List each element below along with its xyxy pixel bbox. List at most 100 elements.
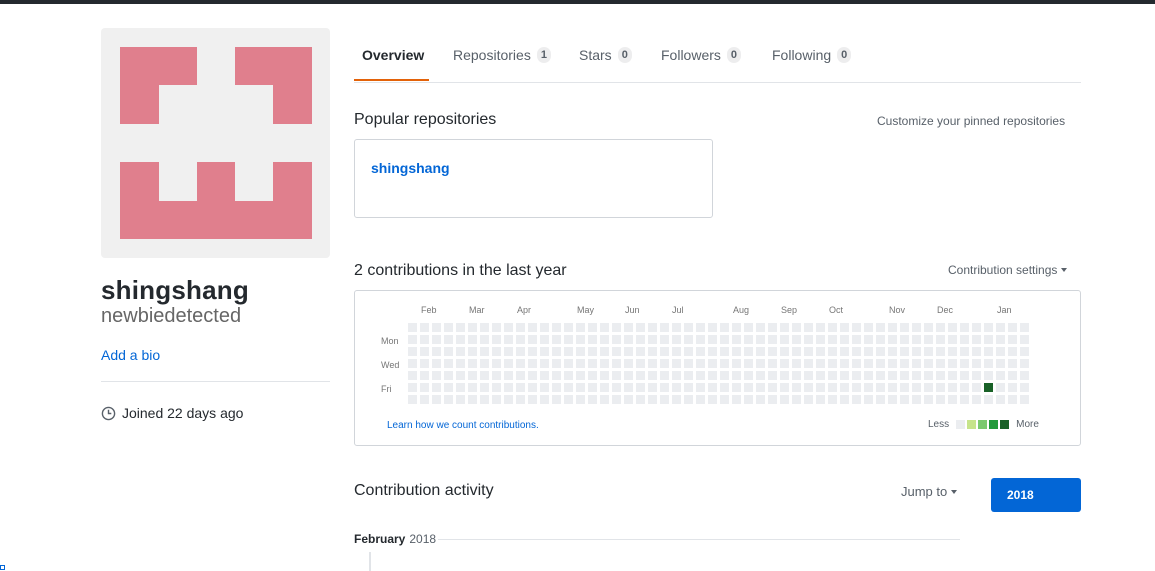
- contribution-day-cell[interactable]: [552, 323, 561, 332]
- contribution-day-cell[interactable]: [660, 395, 669, 404]
- contribution-day-cell[interactable]: [876, 371, 885, 380]
- contribution-day-cell[interactable]: [636, 395, 645, 404]
- contribution-day-cell[interactable]: [540, 395, 549, 404]
- contribution-day-cell[interactable]: [864, 335, 873, 344]
- contribution-day-cell[interactable]: [840, 323, 849, 332]
- contribution-day-cell[interactable]: [432, 347, 441, 356]
- contribution-day-cell[interactable]: [816, 371, 825, 380]
- contribution-day-cell[interactable]: [804, 371, 813, 380]
- contribution-day-cell[interactable]: [408, 395, 417, 404]
- contribution-day-cell[interactable]: [828, 335, 837, 344]
- contribution-day-cell[interactable]: [936, 347, 945, 356]
- contribution-day-cell[interactable]: [768, 347, 777, 356]
- contribution-day-cell[interactable]: [636, 323, 645, 332]
- contribution-day-cell[interactable]: [588, 383, 597, 392]
- contribution-day-cell[interactable]: [516, 323, 525, 332]
- contribution-day-cell[interactable]: [936, 371, 945, 380]
- contribution-day-cell[interactable]: [636, 347, 645, 356]
- contribution-day-cell[interactable]: [780, 335, 789, 344]
- contribution-day-cell[interactable]: [432, 383, 441, 392]
- contribution-day-cell[interactable]: [648, 395, 657, 404]
- contribution-day-cell[interactable]: [480, 371, 489, 380]
- contribution-day-cell[interactable]: [912, 383, 921, 392]
- add-bio-link[interactable]: Add a bio: [101, 347, 160, 363]
- contribution-day-cell[interactable]: [732, 323, 741, 332]
- contribution-day-cell[interactable]: [540, 347, 549, 356]
- contribution-day-cell[interactable]: [672, 323, 681, 332]
- contribution-day-cell[interactable]: [600, 383, 609, 392]
- contribution-day-cell[interactable]: [612, 335, 621, 344]
- contribution-day-cell[interactable]: [996, 371, 1005, 380]
- contribution-day-cell[interactable]: [480, 347, 489, 356]
- contribution-day-cell[interactable]: [720, 395, 729, 404]
- contribution-day-cell[interactable]: [816, 323, 825, 332]
- contribution-day-cell[interactable]: [720, 335, 729, 344]
- contribution-day-cell[interactable]: [840, 359, 849, 368]
- contribution-day-cell[interactable]: [876, 359, 885, 368]
- contribution-day-cell[interactable]: [588, 347, 597, 356]
- contribution-day-cell[interactable]: [408, 371, 417, 380]
- tab-overview[interactable]: Overview: [362, 47, 424, 63]
- year-2018-button[interactable]: 2018: [991, 478, 1081, 512]
- contribution-day-cell[interactable]: [672, 383, 681, 392]
- contribution-day-cell[interactable]: [924, 395, 933, 404]
- contribution-day-cell[interactable]: [804, 383, 813, 392]
- contribution-day-cell[interactable]: [732, 359, 741, 368]
- contribution-day-cell[interactable]: [720, 323, 729, 332]
- contribution-day-cell[interactable]: [600, 371, 609, 380]
- contribution-day-cell[interactable]: [768, 371, 777, 380]
- contribution-day-cell[interactable]: [768, 323, 777, 332]
- contribution-day-cell[interactable]: [420, 371, 429, 380]
- contribution-day-cell[interactable]: [564, 395, 573, 404]
- contribution-day-cell[interactable]: [996, 347, 1005, 356]
- contribution-day-cell[interactable]: [756, 335, 765, 344]
- contribution-day-cell[interactable]: [624, 347, 633, 356]
- contribution-day-cell[interactable]: [612, 323, 621, 332]
- contribution-day-cell[interactable]: [984, 395, 993, 404]
- contribution-day-cell[interactable]: [528, 323, 537, 332]
- contribution-day-cell[interactable]: [1008, 347, 1017, 356]
- tab-followers[interactable]: Followers 0: [661, 47, 742, 63]
- contribution-day-cell[interactable]: [600, 395, 609, 404]
- contribution-day-cell[interactable]: [696, 359, 705, 368]
- contribution-day-cell[interactable]: [528, 347, 537, 356]
- contribution-day-cell[interactable]: [552, 395, 561, 404]
- contribution-day-cell[interactable]: [864, 347, 873, 356]
- contribution-day-cell[interactable]: [816, 395, 825, 404]
- contribution-day-cell[interactable]: [972, 371, 981, 380]
- contribution-day-cell[interactable]: [432, 335, 441, 344]
- contribution-day-cell[interactable]: [684, 335, 693, 344]
- contribution-settings-dropdown[interactable]: Contribution settings: [948, 263, 1068, 277]
- contribution-day-cell[interactable]: [780, 395, 789, 404]
- contribution-day-cell[interactable]: [756, 395, 765, 404]
- contribution-day-cell[interactable]: [492, 383, 501, 392]
- contribution-day-cell[interactable]: [1008, 371, 1017, 380]
- contribution-day-cell[interactable]: [600, 323, 609, 332]
- contribution-day-cell[interactable]: [876, 395, 885, 404]
- contribution-day-cell[interactable]: [696, 347, 705, 356]
- tab-following[interactable]: Following 0: [772, 47, 852, 63]
- contribution-day-cell[interactable]: [636, 359, 645, 368]
- contribution-day-cell[interactable]: [528, 383, 537, 392]
- contribution-day-cell[interactable]: [1008, 335, 1017, 344]
- contribution-day-cell[interactable]: [852, 371, 861, 380]
- contribution-day-cell[interactable]: [708, 359, 717, 368]
- contribution-day-cell[interactable]: [444, 383, 453, 392]
- contribution-day-cell[interactable]: [1020, 335, 1029, 344]
- contribution-day-cell[interactable]: [612, 395, 621, 404]
- contribution-day-cell[interactable]: [780, 323, 789, 332]
- contribution-day-cell[interactable]: [744, 359, 753, 368]
- contribution-day-cell[interactable]: [480, 395, 489, 404]
- contribution-day-cell[interactable]: [828, 347, 837, 356]
- contribution-day-cell[interactable]: [792, 395, 801, 404]
- contribution-day-cell[interactable]: [720, 383, 729, 392]
- tab-stars[interactable]: Stars 0: [579, 47, 632, 63]
- contribution-day-cell[interactable]: [972, 395, 981, 404]
- contribution-day-cell[interactable]: [948, 383, 957, 392]
- contribution-day-cell[interactable]: [936, 335, 945, 344]
- contribution-day-cell[interactable]: [684, 395, 693, 404]
- contribution-day-cell[interactable]: [660, 359, 669, 368]
- contribution-day-cell[interactable]: [792, 323, 801, 332]
- tab-repositories[interactable]: Repositories 1: [453, 47, 551, 63]
- contribution-day-cell[interactable]: [672, 359, 681, 368]
